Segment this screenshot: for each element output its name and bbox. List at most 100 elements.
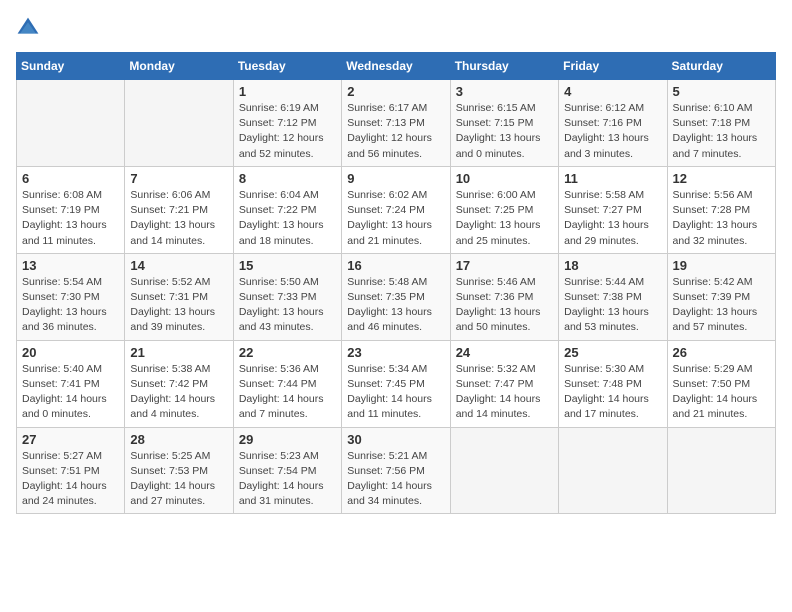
- day-info: Sunrise: 6:15 AM Sunset: 7:15 PM Dayligh…: [456, 101, 553, 162]
- day-cell: 22 Sunrise: 5:36 AM Sunset: 7:44 PM Dayli…: [233, 340, 341, 427]
- calendar-table: SundayMondayTuesdayWednesdayThursdayFrid…: [16, 52, 776, 514]
- day-number: 16: [347, 258, 444, 273]
- day-cell: 21Sunrise: 5:38 AM Sunset: 7:42 PM Dayli…: [125, 340, 233, 427]
- day-number: 14: [130, 258, 227, 273]
- day-cell: [17, 80, 125, 167]
- week-row-2: 6 Sunrise: 6:08 AM Sunset: 7:19 PM Daylig…: [17, 166, 776, 253]
- day-cell: 6 Sunrise: 6:08 AM Sunset: 7:19 PM Daylig…: [17, 166, 125, 253]
- day-number: 1: [239, 84, 336, 99]
- day-info: Sunrise: 6:17 AM Sunset: 7:13 PM Dayligh…: [347, 101, 444, 162]
- day-number: 27: [22, 432, 119, 447]
- day-info: Sunrise: 5:36 AM Sunset: 7:44 PM Dayligh…: [239, 362, 336, 423]
- day-cell: 8Sunrise: 6:04 AM Sunset: 7:22 PM Daylig…: [233, 166, 341, 253]
- day-number: 28: [130, 432, 227, 447]
- header-row: SundayMondayTuesdayWednesdayThursdayFrid…: [17, 53, 776, 80]
- logo-icon: [16, 16, 40, 40]
- day-cell: 13Sunrise: 5:54 AM Sunset: 7:30 PM Dayli…: [17, 253, 125, 340]
- day-cell: 17 Sunrise: 5:46 AM Sunset: 7:36 PM Dayli…: [450, 253, 558, 340]
- day-header-friday: Friday: [559, 53, 667, 80]
- day-number: 15: [239, 258, 336, 273]
- day-cell: 11Sunrise: 5:58 AM Sunset: 7:27 PM Dayli…: [559, 166, 667, 253]
- day-cell: 3 Sunrise: 6:15 AM Sunset: 7:15 PM Daylig…: [450, 80, 558, 167]
- week-row-4: 20 Sunrise: 5:40 AM Sunset: 7:41 PM Dayli…: [17, 340, 776, 427]
- day-number: 22: [239, 345, 336, 360]
- day-cell: 2Sunrise: 6:17 AM Sunset: 7:13 PM Daylig…: [342, 80, 450, 167]
- day-cell: 15 Sunrise: 5:50 AM Sunset: 7:33 PM Dayli…: [233, 253, 341, 340]
- day-number: 3: [456, 84, 553, 99]
- calendar-header: SundayMondayTuesdayWednesdayThursdayFrid…: [17, 53, 776, 80]
- calendar-body: 1 Sunrise: 6:19 AM Sunset: 7:12 PM Daylig…: [17, 80, 776, 514]
- day-info: Sunrise: 5:46 AM Sunset: 7:36 PM Dayligh…: [456, 275, 553, 336]
- day-number: 13: [22, 258, 119, 273]
- day-info: Sunrise: 5:40 AM Sunset: 7:41 PM Dayligh…: [22, 362, 119, 423]
- day-info: Sunrise: 6:19 AM Sunset: 7:12 PM Dayligh…: [239, 101, 336, 162]
- day-info: Sunrise: 5:25 AM Sunset: 7:53 PM Dayligh…: [130, 449, 227, 510]
- day-number: 17: [456, 258, 553, 273]
- day-cell: 30 Sunrise: 5:21 AM Sunset: 7:56 PM Dayli…: [342, 427, 450, 514]
- day-info: Sunrise: 5:56 AM Sunset: 7:28 PM Dayligh…: [673, 188, 770, 249]
- day-cell: [125, 80, 233, 167]
- day-header-tuesday: Tuesday: [233, 53, 341, 80]
- day-cell: [450, 427, 558, 514]
- day-info: Sunrise: 5:29 AM Sunset: 7:50 PM Dayligh…: [673, 362, 770, 423]
- day-cell: 19Sunrise: 5:42 AM Sunset: 7:39 PM Dayli…: [667, 253, 775, 340]
- day-info: Sunrise: 5:48 AM Sunset: 7:35 PM Dayligh…: [347, 275, 444, 336]
- day-number: 29: [239, 432, 336, 447]
- week-row-1: 1 Sunrise: 6:19 AM Sunset: 7:12 PM Daylig…: [17, 80, 776, 167]
- day-number: 19: [673, 258, 770, 273]
- day-cell: 9 Sunrise: 6:02 AM Sunset: 7:24 PM Daylig…: [342, 166, 450, 253]
- day-number: 30: [347, 432, 444, 447]
- day-header-wednesday: Wednesday: [342, 53, 450, 80]
- day-cell: 18Sunrise: 5:44 AM Sunset: 7:38 PM Dayli…: [559, 253, 667, 340]
- day-info: Sunrise: 5:27 AM Sunset: 7:51 PM Dayligh…: [22, 449, 119, 510]
- day-info: Sunrise: 5:44 AM Sunset: 7:38 PM Dayligh…: [564, 275, 661, 336]
- day-info: Sunrise: 5:30 AM Sunset: 7:48 PM Dayligh…: [564, 362, 661, 423]
- day-info: Sunrise: 5:21 AM Sunset: 7:56 PM Dayligh…: [347, 449, 444, 510]
- day-info: Sunrise: 6:02 AM Sunset: 7:24 PM Dayligh…: [347, 188, 444, 249]
- day-number: 9: [347, 171, 444, 186]
- day-header-saturday: Saturday: [667, 53, 775, 80]
- day-cell: 10 Sunrise: 6:00 AM Sunset: 7:25 PM Dayli…: [450, 166, 558, 253]
- day-cell: 23 Sunrise: 5:34 AM Sunset: 7:45 PM Dayli…: [342, 340, 450, 427]
- day-cell: 27 Sunrise: 5:27 AM Sunset: 7:51 PM Dayli…: [17, 427, 125, 514]
- day-cell: 7 Sunrise: 6:06 AM Sunset: 7:21 PM Daylig…: [125, 166, 233, 253]
- day-header-monday: Monday: [125, 53, 233, 80]
- day-info: Sunrise: 6:04 AM Sunset: 7:22 PM Dayligh…: [239, 188, 336, 249]
- day-number: 25: [564, 345, 661, 360]
- day-cell: [559, 427, 667, 514]
- day-header-thursday: Thursday: [450, 53, 558, 80]
- day-cell: 26 Sunrise: 5:29 AM Sunset: 7:50 PM Dayli…: [667, 340, 775, 427]
- day-info: Sunrise: 5:52 AM Sunset: 7:31 PM Dayligh…: [130, 275, 227, 336]
- day-info: Sunrise: 6:00 AM Sunset: 7:25 PM Dayligh…: [456, 188, 553, 249]
- day-number: 4: [564, 84, 661, 99]
- day-info: Sunrise: 5:23 AM Sunset: 7:54 PM Dayligh…: [239, 449, 336, 510]
- day-info: Sunrise: 6:06 AM Sunset: 7:21 PM Dayligh…: [130, 188, 227, 249]
- day-cell: 1 Sunrise: 6:19 AM Sunset: 7:12 PM Daylig…: [233, 80, 341, 167]
- day-info: Sunrise: 5:50 AM Sunset: 7:33 PM Dayligh…: [239, 275, 336, 336]
- day-number: 5: [673, 84, 770, 99]
- day-header-sunday: Sunday: [17, 53, 125, 80]
- day-info: Sunrise: 6:08 AM Sunset: 7:19 PM Dayligh…: [22, 188, 119, 249]
- day-number: 23: [347, 345, 444, 360]
- day-number: 26: [673, 345, 770, 360]
- day-cell: 5Sunrise: 6:10 AM Sunset: 7:18 PM Daylig…: [667, 80, 775, 167]
- day-number: 6: [22, 171, 119, 186]
- day-cell: 20 Sunrise: 5:40 AM Sunset: 7:41 PM Dayli…: [17, 340, 125, 427]
- day-number: 24: [456, 345, 553, 360]
- logo: [16, 16, 44, 40]
- day-number: 20: [22, 345, 119, 360]
- day-info: Sunrise: 5:58 AM Sunset: 7:27 PM Dayligh…: [564, 188, 661, 249]
- week-row-3: 13Sunrise: 5:54 AM Sunset: 7:30 PM Dayli…: [17, 253, 776, 340]
- day-info: Sunrise: 5:34 AM Sunset: 7:45 PM Dayligh…: [347, 362, 444, 423]
- day-number: 12: [673, 171, 770, 186]
- day-cell: 14 Sunrise: 5:52 AM Sunset: 7:31 PM Dayli…: [125, 253, 233, 340]
- day-number: 7: [130, 171, 227, 186]
- day-cell: 12 Sunrise: 5:56 AM Sunset: 7:28 PM Dayli…: [667, 166, 775, 253]
- day-info: Sunrise: 6:12 AM Sunset: 7:16 PM Dayligh…: [564, 101, 661, 162]
- day-cell: 25 Sunrise: 5:30 AM Sunset: 7:48 PM Dayli…: [559, 340, 667, 427]
- day-cell: 28 Sunrise: 5:25 AM Sunset: 7:53 PM Dayli…: [125, 427, 233, 514]
- day-number: 10: [456, 171, 553, 186]
- page-header: [16, 16, 776, 40]
- day-number: 21: [130, 345, 227, 360]
- week-row-5: 27 Sunrise: 5:27 AM Sunset: 7:51 PM Dayli…: [17, 427, 776, 514]
